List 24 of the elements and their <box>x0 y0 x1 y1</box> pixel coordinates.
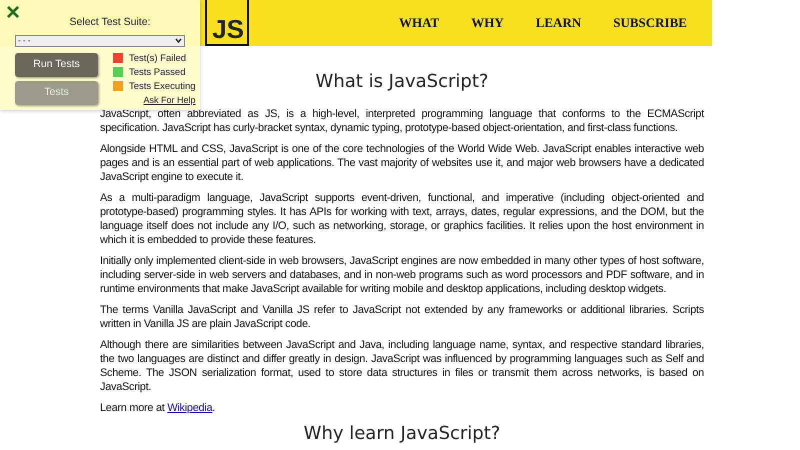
section-heading: What is JavaScript? <box>316 71 488 93</box>
paragraph: JavaScript, often abbreviated as JS, is a high-level, interpreted programming language that conforms to the ECMAScript specification. JavaScript has curly-bracket syntax, dynamic typing, prototype-based object-orientation, and first-class functions. <box>100 106 704 135</box>
legend-label: Tests Executing <box>129 80 196 92</box>
nav-link[interactable]: LEARN <box>536 13 582 33</box>
section-heading: Why learn JavaScript? <box>304 422 500 444</box>
paragraph: Initially only implemented client-side in web browsers, JavaScript engines are now embedded in many other types of host software, including server-side in web servers and databases, and in non-web programs such as word processors and PDF software, and in runtime environments that make JavaScript available for writing mobile and desktop applications, including desktop widgets. <box>100 254 704 296</box>
paragraph: Alongside HTML and CSS, JavaScript is one of the core technologies of the World Wide Web. JavaScript enables interactive web pages and is an essential part of web applications. The vast majority of websites use it, and major web browsers have a dedicated JavaScript engine to execute it. <box>100 142 704 184</box>
logo: JS <box>205 0 249 46</box>
paragraph: Although there are similarities between JavaScript and Java, including language name, syntax, and respective standard libraries, the two languages are distinct and differ greatly in design. JavaScript was influenced by programming languages such as Self and Scheme. The JSON serialization format, used to store data structures in files or transmit them across networks, is based on JavaScript. <box>100 338 704 394</box>
paragraph: As a multi-paradigm language, JavaScript supports event-driven, functional, and imperative (including object-oriented and prototype-based) programming styles. It has APIs for working with text, arrays, dates, regular expressions, and the DOM, but the language itself does not include any I/O, such as networking, storage, or graphics facilities. It relies upon the host environment in which it is embedded to provide these features. <box>100 190 704 247</box>
select-label: Select Test Suite: <box>68 15 152 30</box>
paragraph: Learn more at Wikipedia. <box>100 400 216 415</box>
test-button[interactable]: Run Tests <box>15 52 98 77</box>
nav-link[interactable]: SUBSCRIBE <box>613 13 687 33</box>
paragraph: The terms Vanilla JavaScript and Vanilla JS refer to JavaScript not extended by any frameworks or additional libraries. Scripts written in Vanilla JS are plain JavaScript code. <box>100 302 704 331</box>
nav-link[interactable]: WHY <box>471 13 504 33</box>
nav-link[interactable]: WHAT <box>399 13 440 33</box>
caret-icon <box>175 38 182 44</box>
legend-label: Test(s) Failed <box>129 52 186 64</box>
wikipedia-link[interactable]: Wikipedia <box>167 402 212 414</box>
suite-select[interactable]: - - - <box>15 34 185 47</box>
legend-label: Tests Passed <box>129 66 186 78</box>
help-link[interactable]: Ask For Help <box>144 94 196 106</box>
close-button[interactable]: × <box>6 1 20 25</box>
